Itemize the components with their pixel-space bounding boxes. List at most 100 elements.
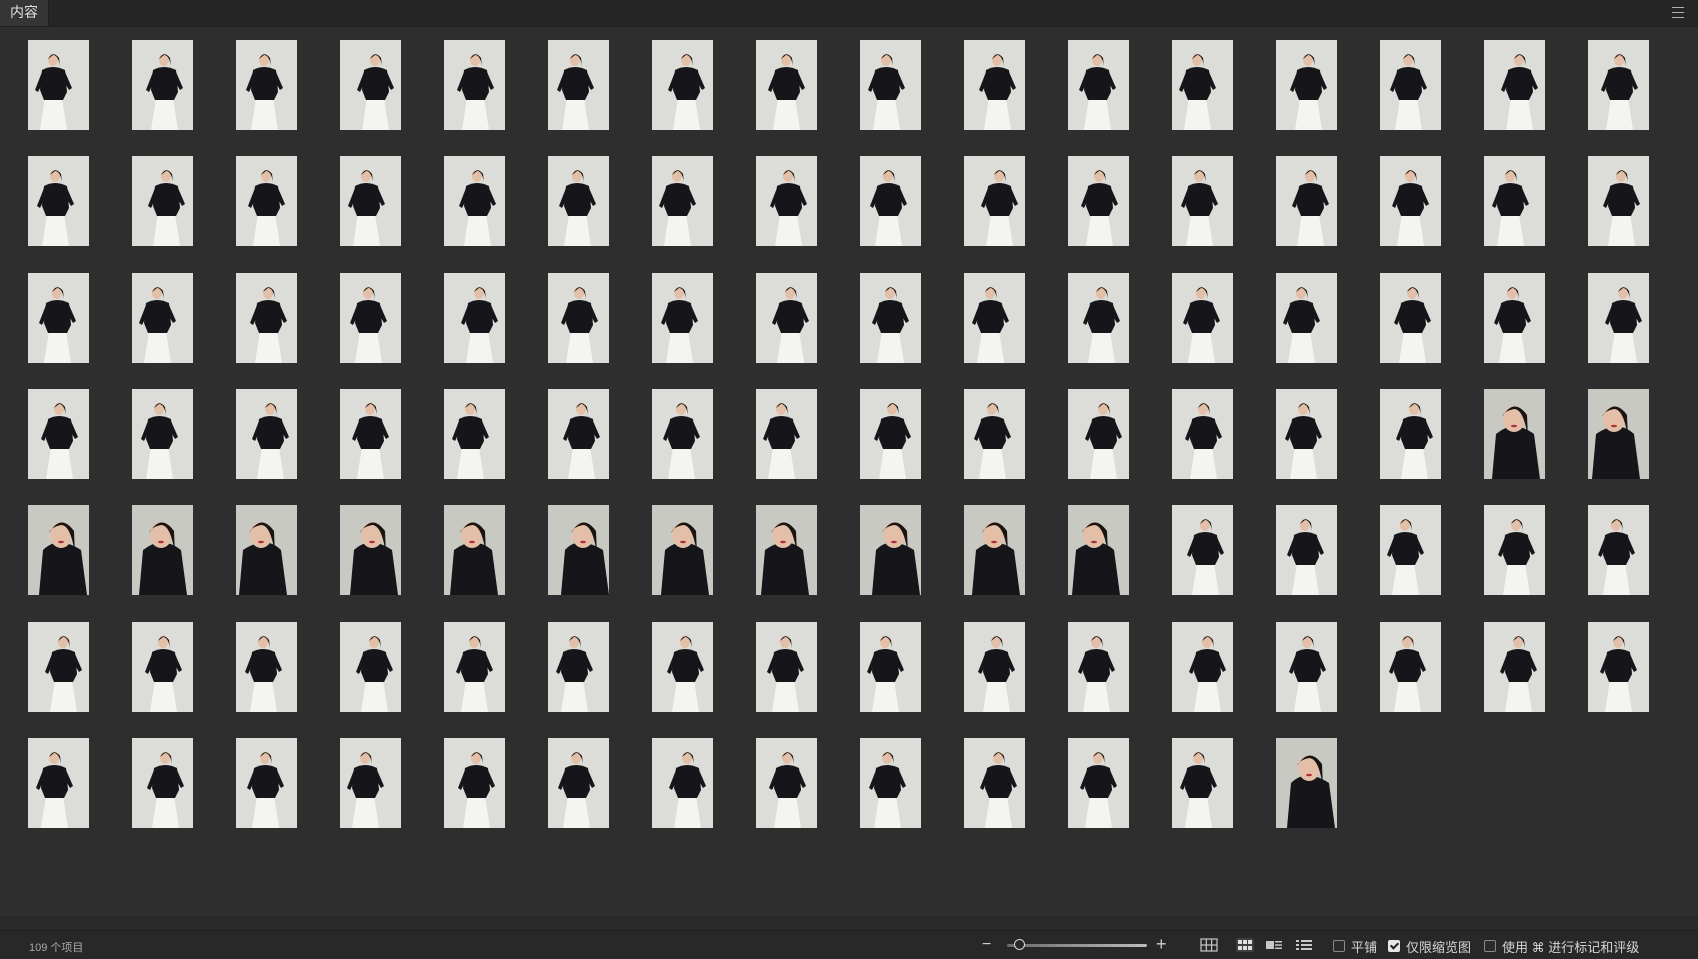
thumbnail-item[interactable] xyxy=(1068,40,1129,130)
thumbnail-item[interactable] xyxy=(964,738,1025,828)
thumbnail-item[interactable] xyxy=(236,40,297,130)
thumbnail-item[interactable] xyxy=(28,273,89,363)
thumbnail-item[interactable] xyxy=(548,156,609,246)
detail-view-icon[interactable] xyxy=(1265,938,1283,952)
thumbnail-item[interactable] xyxy=(1172,622,1233,712)
thumbnail-item[interactable] xyxy=(1484,622,1545,712)
thumbnail-item[interactable] xyxy=(652,273,713,363)
thumbnail-item[interactable] xyxy=(756,273,817,363)
thumbnail-item[interactable] xyxy=(860,156,921,246)
thumbnail-item[interactable] xyxy=(1276,40,1337,130)
thumbnail-item[interactable] xyxy=(28,40,89,130)
thumbnail-item[interactable] xyxy=(1484,156,1545,246)
thumbnail-item[interactable] xyxy=(652,505,713,595)
thumbnail-item[interactable] xyxy=(964,273,1025,363)
thumbnail-item[interactable] xyxy=(1172,505,1233,595)
grid-small-view-icon[interactable] xyxy=(1236,938,1254,952)
thumbnail-item[interactable] xyxy=(548,40,609,130)
thumbnail-item[interactable] xyxy=(756,156,817,246)
thumbnail-item[interactable] xyxy=(132,156,193,246)
thumbnail-item[interactable] xyxy=(1588,505,1649,595)
thumbnail-item[interactable] xyxy=(652,156,713,246)
thumbnail-item[interactable] xyxy=(1588,389,1649,479)
thumbnail-item[interactable] xyxy=(548,389,609,479)
zoom-slider-handle[interactable] xyxy=(1014,939,1025,950)
zoom-in-icon[interactable]: + xyxy=(1156,934,1167,955)
thumbnail-item[interactable] xyxy=(1588,273,1649,363)
thumbnail-item[interactable] xyxy=(964,156,1025,246)
thumbnail-item[interactable] xyxy=(444,156,505,246)
thumbnail-item[interactable] xyxy=(652,389,713,479)
thumbnail-item[interactable] xyxy=(236,273,297,363)
thumbnail-item[interactable] xyxy=(860,505,921,595)
thumbnail-item[interactable] xyxy=(1588,622,1649,712)
hamburger-menu-icon[interactable] xyxy=(1672,7,1684,18)
thumbnail-item[interactable] xyxy=(1172,738,1233,828)
thumbnail-item[interactable] xyxy=(860,389,921,479)
thumbnail-item[interactable] xyxy=(964,40,1025,130)
use-cmd-checkbox[interactable] xyxy=(1484,940,1496,952)
thumbnail-item[interactable] xyxy=(756,389,817,479)
horizontal-scrollbar[interactable] xyxy=(0,916,1698,931)
thumbnail-item[interactable] xyxy=(444,273,505,363)
thumbnail-item[interactable] xyxy=(1172,156,1233,246)
thumbnail-item[interactable] xyxy=(1484,273,1545,363)
thumbnail-item[interactable] xyxy=(1068,505,1129,595)
thumbnail-item[interactable] xyxy=(132,505,193,595)
thumbnail-item[interactable] xyxy=(1588,156,1649,246)
thumbnail-item[interactable] xyxy=(860,40,921,130)
thumbnail-item[interactable] xyxy=(444,738,505,828)
thumbnail-item[interactable] xyxy=(28,738,89,828)
thumbnail-item[interactable] xyxy=(340,622,401,712)
thumbnail-item[interactable] xyxy=(236,622,297,712)
thumbnail-item[interactable] xyxy=(132,273,193,363)
thumbnail-item[interactable] xyxy=(1380,389,1441,479)
thumbnail-item[interactable] xyxy=(1068,622,1129,712)
thumbnail-item[interactable] xyxy=(340,389,401,479)
thumbnail-item[interactable] xyxy=(1484,505,1545,595)
thumbnail-item[interactable] xyxy=(652,40,713,130)
thumbnail-item[interactable] xyxy=(1380,505,1441,595)
thumbnail-item[interactable] xyxy=(28,505,89,595)
thumbnail-item[interactable] xyxy=(860,738,921,828)
thumbnail-item[interactable] xyxy=(548,622,609,712)
grid-large-view-icon[interactable] xyxy=(1200,938,1218,952)
thumbnail-item[interactable] xyxy=(444,622,505,712)
thumbnail-item[interactable] xyxy=(756,622,817,712)
thumbnail-item[interactable] xyxy=(1380,40,1441,130)
thumbnail-item[interactable] xyxy=(1276,389,1337,479)
thumbnail-item[interactable] xyxy=(132,622,193,712)
thumbnail-item[interactable] xyxy=(756,40,817,130)
thumbnail-item[interactable] xyxy=(1484,389,1545,479)
thumbnail-item[interactable] xyxy=(28,622,89,712)
thumbnail-item[interactable] xyxy=(340,273,401,363)
thumbnail-item[interactable] xyxy=(444,40,505,130)
thumbnail-item[interactable] xyxy=(444,505,505,595)
thumbnail-item[interactable] xyxy=(132,389,193,479)
thumbnail-item[interactable] xyxy=(132,738,193,828)
thumbnail-item[interactable] xyxy=(1276,156,1337,246)
zoom-out-icon[interactable]: − xyxy=(982,936,991,954)
thumbnail-item[interactable] xyxy=(236,738,297,828)
thumbnail-item[interactable] xyxy=(1380,273,1441,363)
thumbnail-item[interactable] xyxy=(652,622,713,712)
thumbnail-item[interactable] xyxy=(1172,389,1233,479)
thumbnail-item[interactable] xyxy=(28,156,89,246)
thumbnail-item[interactable] xyxy=(756,738,817,828)
thumbnail-item[interactable] xyxy=(860,622,921,712)
thumbnail-item[interactable] xyxy=(1276,273,1337,363)
thumbnail-item[interactable] xyxy=(1172,273,1233,363)
thumbnail-item[interactable] xyxy=(1484,40,1545,130)
thumbnail-item[interactable] xyxy=(1068,156,1129,246)
thumbnail-item[interactable] xyxy=(548,505,609,595)
list-view-icon[interactable] xyxy=(1295,938,1313,952)
thumbnail-item[interactable] xyxy=(1276,738,1337,828)
thumbnail-item[interactable] xyxy=(1068,738,1129,828)
thumbnail-item[interactable] xyxy=(1172,40,1233,130)
thumbnail-item[interactable] xyxy=(1068,389,1129,479)
thumbnail-item[interactable] xyxy=(28,389,89,479)
thumbnail-item[interactable] xyxy=(1276,505,1337,595)
thumbnail-item[interactable] xyxy=(652,738,713,828)
thumbnail-item[interactable] xyxy=(1276,622,1337,712)
thumbnail-item[interactable] xyxy=(340,40,401,130)
